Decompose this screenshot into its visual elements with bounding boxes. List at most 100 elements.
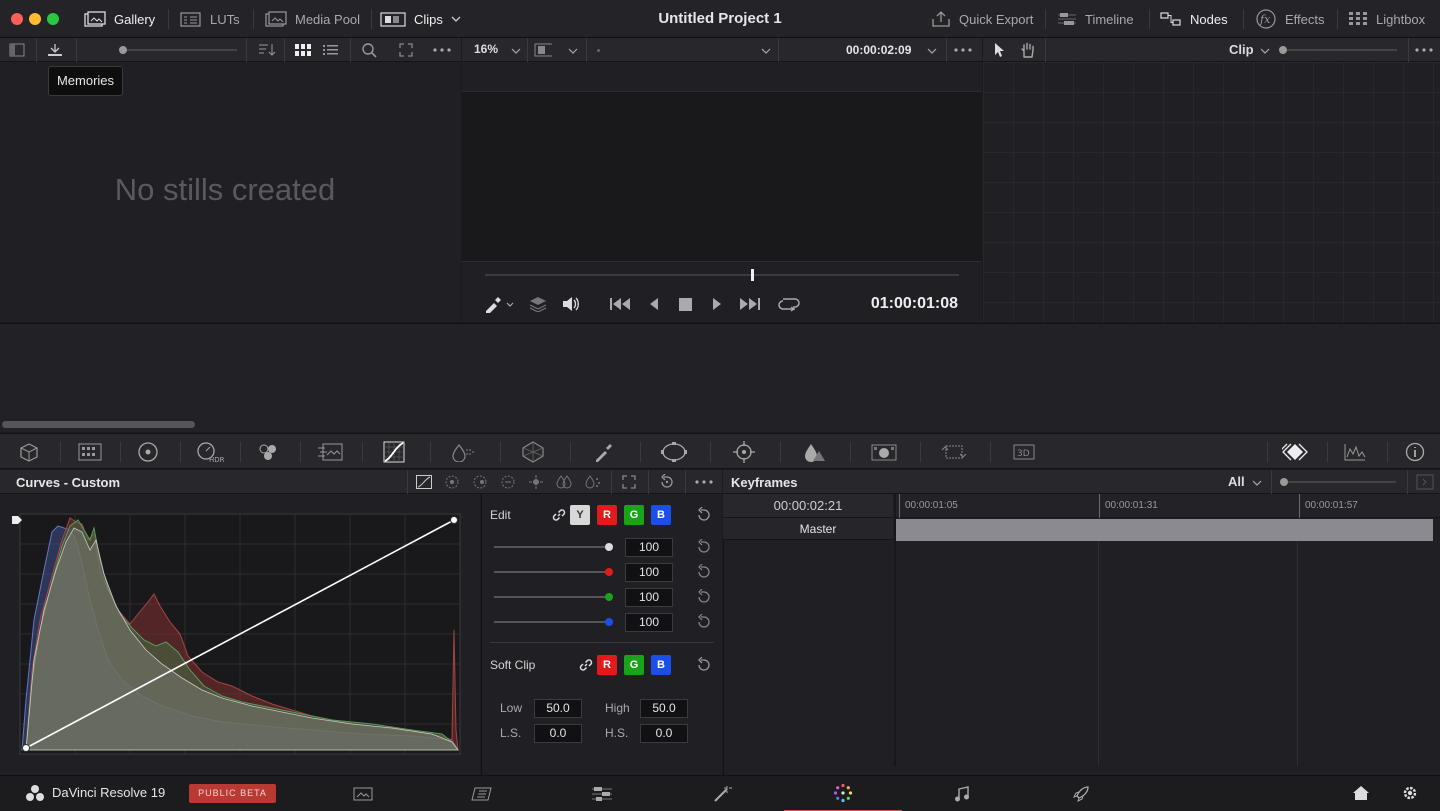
node-mode-dropdown[interactable]: Clip bbox=[1229, 42, 1254, 57]
clips-button[interactable]: Clips bbox=[380, 0, 461, 38]
curves-options-button[interactable] bbox=[695, 480, 713, 484]
chevron-down-icon[interactable] bbox=[1252, 479, 1262, 487]
track-label-master[interactable]: Master bbox=[723, 518, 893, 540]
link-icon[interactable] bbox=[551, 507, 567, 523]
scopes-button[interactable] bbox=[1325, 434, 1385, 470]
chevron-down-icon[interactable] bbox=[511, 47, 521, 55]
nodes-button[interactable]: Nodes bbox=[1160, 0, 1228, 38]
gallery-options-button[interactable] bbox=[433, 41, 451, 59]
playhead[interactable] bbox=[751, 269, 754, 281]
hs-value[interactable]: 0.0 bbox=[640, 724, 688, 743]
grab-still-button[interactable] bbox=[46, 41, 64, 59]
panel-collapse-icon[interactable] bbox=[1416, 474, 1434, 490]
keyframe-ruler[interactable] bbox=[894, 494, 1440, 518]
timeline-button[interactable]: Timeline bbox=[1057, 0, 1134, 38]
grid-view-button[interactable] bbox=[294, 41, 312, 59]
media-pool-button[interactable]: Media Pool bbox=[265, 0, 360, 38]
sort-button[interactable] bbox=[258, 41, 276, 59]
magic-mask-button[interactable] bbox=[784, 434, 844, 470]
chevron-down-icon[interactable] bbox=[568, 47, 578, 55]
project-manager-button[interactable] bbox=[1352, 785, 1370, 801]
channel-y-button[interactable]: Y bbox=[570, 505, 590, 525]
play-button[interactable] bbox=[711, 297, 723, 311]
edit-page-button[interactable] bbox=[543, 776, 661, 811]
b-intensity-slider[interactable] bbox=[494, 621, 612, 623]
softclip-g-button[interactable]: G bbox=[624, 655, 644, 675]
r-slider-knob[interactable] bbox=[605, 568, 613, 576]
luts-button[interactable]: LUTs bbox=[180, 0, 240, 38]
g-intensity-slider[interactable] bbox=[494, 596, 612, 598]
curve-point-shadows[interactable] bbox=[22, 744, 30, 752]
volume-button[interactable] bbox=[562, 296, 580, 312]
chevron-down-icon[interactable] bbox=[1260, 47, 1270, 55]
node-zoom-knob[interactable] bbox=[1279, 46, 1287, 54]
node-editor[interactable] bbox=[983, 62, 1440, 322]
quick-export-button[interactable]: Quick Export bbox=[931, 0, 1033, 38]
pointer-tool-button[interactable] bbox=[991, 41, 1009, 59]
keyframe-zoom-slider[interactable] bbox=[1288, 481, 1396, 483]
b-intensity-value[interactable]: 100 bbox=[625, 613, 673, 632]
color-match-button[interactable] bbox=[60, 434, 120, 470]
effects-button[interactable]: fx Effects bbox=[1255, 0, 1325, 38]
close-window-button[interactable] bbox=[11, 13, 23, 25]
r-intensity-value[interactable]: 100 bbox=[625, 563, 673, 582]
fairlight-page-button[interactable] bbox=[903, 776, 1021, 811]
settings-button[interactable] bbox=[1401, 784, 1419, 802]
hue-vs-hue-button[interactable] bbox=[443, 474, 461, 490]
deliver-page-button[interactable] bbox=[1022, 776, 1140, 811]
keyframe-playhead[interactable] bbox=[894, 494, 896, 766]
window-button[interactable] bbox=[644, 434, 704, 470]
blur-button[interactable] bbox=[854, 434, 914, 470]
channel-r-button[interactable]: R bbox=[597, 505, 617, 525]
viewer-mode-button[interactable] bbox=[534, 41, 552, 59]
ls-value[interactable]: 0.0 bbox=[534, 724, 582, 743]
lightbox-button[interactable]: Lightbox bbox=[1348, 0, 1425, 38]
y-intensity-value[interactable]: 100 bbox=[625, 538, 673, 557]
sat-vs-lum-button[interactable] bbox=[583, 474, 601, 490]
g-intensity-value[interactable]: 100 bbox=[625, 588, 673, 607]
channel-g-button[interactable]: G bbox=[624, 505, 644, 525]
curves-expand-button[interactable] bbox=[622, 475, 636, 489]
softclip-b-button[interactable]: B bbox=[651, 655, 671, 675]
node-zoom-slider[interactable] bbox=[1287, 49, 1397, 51]
reset-icon[interactable] bbox=[696, 539, 712, 555]
softclip-r-button[interactable]: R bbox=[597, 655, 617, 675]
g-slider-knob[interactable] bbox=[605, 593, 613, 601]
source-timecode[interactable]: 00:00:02:09 bbox=[846, 43, 911, 57]
hdr-wheels-button[interactable]: HDR bbox=[180, 434, 240, 470]
tracker-button[interactable] bbox=[714, 434, 774, 470]
curves-graph[interactable] bbox=[12, 510, 468, 758]
channel-b-button[interactable]: B bbox=[651, 505, 671, 525]
thumbnail-size-knob[interactable] bbox=[119, 46, 127, 54]
viewer-scrubber[interactable] bbox=[485, 274, 959, 276]
cut-page-button[interactable] bbox=[423, 776, 541, 811]
reset-icon[interactable] bbox=[696, 614, 712, 630]
list-view-button[interactable] bbox=[322, 41, 340, 59]
skip-to-start-button[interactable] bbox=[610, 297, 632, 311]
reset-icon[interactable] bbox=[696, 564, 712, 580]
color-page-button[interactable] bbox=[784, 776, 902, 811]
color-wheels-button[interactable] bbox=[118, 434, 178, 470]
viewer-options-button[interactable] bbox=[954, 41, 972, 59]
curves-button[interactable] bbox=[364, 434, 424, 470]
curve-point-highlights[interactable] bbox=[450, 516, 458, 524]
master-track-bar[interactable] bbox=[894, 519, 1433, 541]
timeline-scrollbar[interactable] bbox=[2, 421, 195, 428]
keyframes-panel-button[interactable] bbox=[1265, 434, 1325, 470]
r-intensity-slider[interactable] bbox=[494, 571, 612, 573]
sat-vs-sat-button[interactable] bbox=[555, 474, 573, 490]
y-intensity-slider[interactable] bbox=[494, 546, 612, 548]
color-warper-button[interactable] bbox=[432, 434, 492, 470]
b-slider-knob[interactable] bbox=[605, 618, 613, 626]
search-button[interactable] bbox=[360, 41, 378, 59]
gallery-button[interactable]: Gallery bbox=[84, 0, 155, 38]
maximize-window-button[interactable] bbox=[47, 13, 59, 25]
keyframes-filter-dropdown[interactable]: All bbox=[1228, 474, 1245, 489]
eyedropper-qualifier-button[interactable] bbox=[574, 434, 634, 470]
curves-reset-button[interactable] bbox=[659, 474, 675, 490]
hand-tool-button[interactable] bbox=[1019, 41, 1037, 59]
thumbnail-size-slider[interactable] bbox=[122, 49, 237, 51]
zoom-dropdown[interactable]: 16% bbox=[474, 42, 498, 56]
color-picker-button[interactable] bbox=[484, 295, 514, 313]
minimize-window-button[interactable] bbox=[29, 13, 41, 25]
